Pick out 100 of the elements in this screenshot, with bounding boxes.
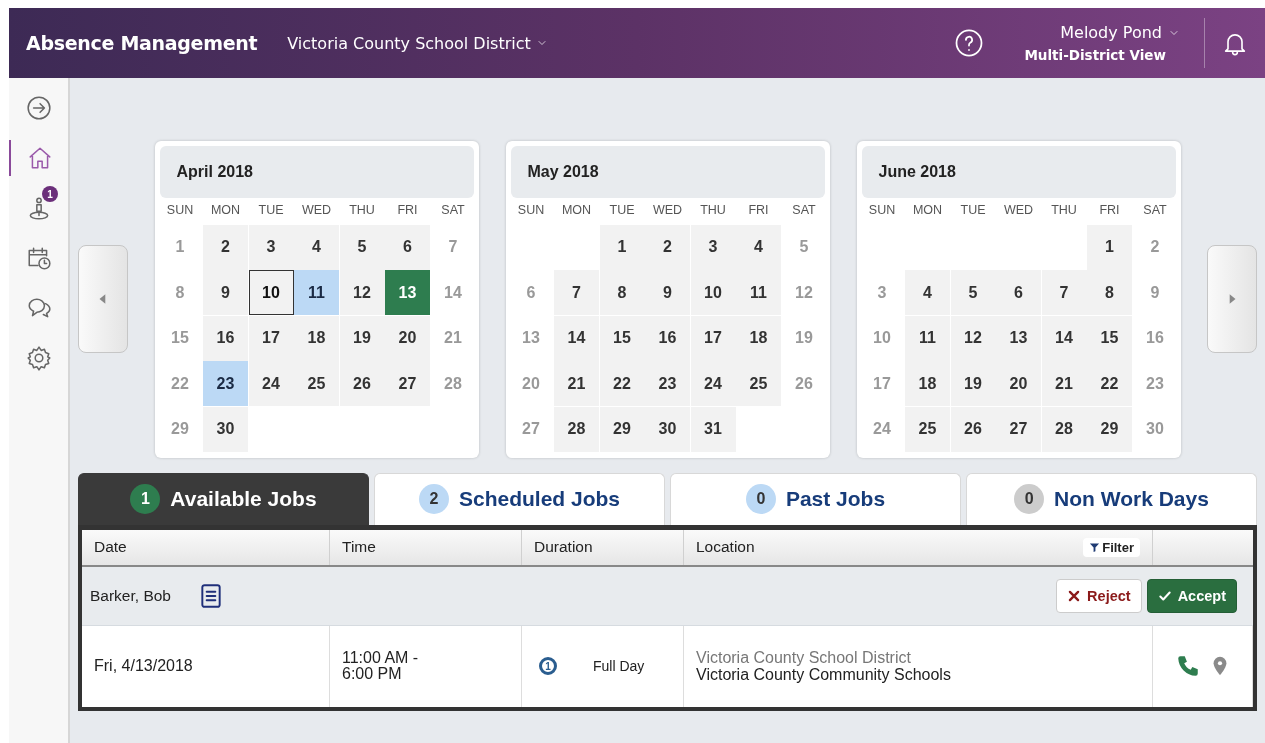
calendar-day[interactable]: 4 — [294, 224, 339, 270]
calendar-day[interactable]: 17 — [690, 315, 736, 361]
table-cell: 11:00 AM - 6:00 PM — [342, 650, 419, 682]
calendar-day[interactable]: 25 — [736, 361, 781, 406]
user-menu[interactable]: Melody Pond — [1060, 23, 1180, 42]
calendar-day[interactable]: 24 — [690, 361, 736, 406]
month-title: May 2018 — [527, 163, 599, 181]
calendar-day[interactable]: 27 — [385, 361, 430, 406]
calendar-day[interactable]: 10 — [690, 270, 736, 315]
settings-icon[interactable] — [25, 345, 52, 371]
calendar-day[interactable]: 30 — [645, 406, 690, 452]
table-cell: Fri, 4/13/2018 — [94, 657, 193, 675]
calendar-day[interactable]: 6 — [385, 224, 430, 270]
calendar-day[interactable]: 19 — [339, 315, 385, 361]
calendar-day[interactable]: 17 — [248, 315, 294, 361]
calendar-day[interactable]: 28 — [554, 406, 599, 452]
employee-name: Barker, Bob — [90, 586, 171, 605]
arrow-circle-icon[interactable] — [25, 95, 52, 121]
calendar-day[interactable]: 15 — [599, 315, 645, 361]
calendar-day[interactable]: 25 — [905, 406, 950, 452]
calendar-day[interactable]: 19 — [950, 361, 996, 406]
calendar-day[interactable]: 2 — [203, 224, 248, 270]
calendar-day[interactable]: 11 — [736, 270, 781, 315]
calendar-day[interactable]: 18 — [294, 315, 339, 361]
calendar-day[interactable]: 1 — [599, 224, 645, 270]
calendar-day[interactable]: 2 — [645, 224, 690, 270]
calendar-day[interactable]: 26 — [339, 361, 385, 406]
calendar-day[interactable]: 27 — [996, 406, 1041, 452]
calendar-day[interactable]: 30 — [203, 406, 248, 452]
accept-button[interactable]: Accept — [1146, 578, 1237, 613]
app-title: Absence Management — [26, 32, 258, 54]
calendar-day[interactable]: 5 — [339, 224, 385, 270]
calendar-day[interactable]: 26 — [950, 406, 996, 452]
calendar-day[interactable]: 18 — [736, 315, 781, 361]
calendar-day[interactable]: 22 — [1087, 361, 1132, 406]
calendar-day[interactable]: 21 — [1041, 361, 1087, 406]
weekday-label: MON — [560, 203, 593, 219]
count-icon: 1 — [539, 657, 557, 675]
calendar-day[interactable]: 9 — [645, 270, 690, 315]
calendar-day[interactable]: 21 — [554, 361, 599, 406]
calendar-day[interactable]: 18 — [905, 361, 950, 406]
weekday-label: FRI — [1098, 203, 1121, 219]
calendar-day[interactable]: 12 — [950, 315, 996, 361]
calendar-day[interactable]: 9 — [203, 270, 248, 315]
calendar-day[interactable]: 3 — [690, 224, 736, 270]
calendar-day[interactable]: 28 — [1041, 406, 1087, 452]
weekday-label: SUN — [867, 203, 897, 219]
calendar-day[interactable]: 22 — [599, 361, 645, 406]
weekday-label: SAT — [791, 203, 817, 219]
calendar-day[interactable]: 16 — [645, 315, 690, 361]
calendar-clock-icon[interactable] — [25, 245, 52, 271]
calendar-day[interactable]: 16 — [203, 315, 248, 361]
calendar-day[interactable]: 4 — [736, 224, 781, 270]
calendar-day[interactable]: 7 — [554, 270, 599, 315]
calendar-day[interactable]: 6 — [996, 270, 1041, 315]
weekday-label: SUN — [165, 203, 195, 219]
notes-icon[interactable] — [198, 582, 224, 609]
tab[interactable]: 0 Past Jobs — [670, 472, 961, 525]
calendar-day[interactable]: 24 — [248, 361, 294, 406]
calendar-day[interactable]: 1 — [1087, 224, 1132, 270]
calendar-day[interactable]: 14 — [554, 315, 599, 361]
column-header: Time — [342, 538, 376, 556]
calendar-day[interactable]: 23 — [203, 361, 248, 406]
tab[interactable]: 1 Available Jobs — [78, 472, 369, 525]
filter-button[interactable]: Filter — [1083, 537, 1140, 557]
calendar-day[interactable]: 3 — [248, 224, 294, 270]
check-icon — [1157, 588, 1172, 603]
calendar-day[interactable]: 20 — [385, 315, 430, 361]
calendar-day[interactable]: 13 — [385, 270, 430, 315]
weekday-label: MON — [209, 203, 242, 219]
district-dropdown[interactable]: Victoria County School District — [287, 33, 548, 53]
calendar-day[interactable]: 13 — [996, 315, 1041, 361]
column-header: Location — [696, 538, 755, 556]
calendar-day[interactable]: 14 — [1041, 315, 1087, 361]
reject-button[interactable]: Reject — [1056, 578, 1142, 613]
calendar-day[interactable]: 10 — [248, 270, 294, 315]
calendar-day[interactable]: 29 — [599, 406, 645, 452]
calendar-day[interactable]: 8 — [1087, 270, 1132, 315]
tab[interactable]: 0 Non Work Days — [966, 472, 1257, 525]
tab[interactable]: 2 Scheduled Jobs — [374, 472, 665, 525]
calendar-day[interactable]: 8 — [599, 270, 645, 315]
weekday-label: FRI — [396, 203, 419, 219]
calendar-day[interactable]: 20 — [996, 361, 1041, 406]
calendar-day[interactable]: 25 — [294, 361, 339, 406]
view-label: Multi-District View — [1024, 47, 1166, 63]
calendar-day[interactable]: 12 — [339, 270, 385, 315]
calendar-day[interactable]: 11 — [294, 270, 339, 315]
calendar-day[interactable]: 7 — [1041, 270, 1087, 315]
calendar-day[interactable]: 5 — [950, 270, 996, 315]
calendar-day[interactable]: 23 — [645, 361, 690, 406]
weekday-label: WED — [300, 203, 333, 219]
district-name: Victoria County School District — [696, 649, 911, 666]
help-icon[interactable] — [954, 28, 985, 58]
calendar-day[interactable]: 31 — [690, 406, 736, 452]
weekday-label: THU — [1050, 203, 1078, 219]
calendar-day[interactable]: 29 — [1087, 406, 1132, 452]
weekday-label: FRI — [747, 203, 770, 219]
calendar-day[interactable]: 4 — [905, 270, 950, 315]
calendar-day[interactable]: 11 — [905, 315, 950, 361]
calendar-day[interactable]: 15 — [1087, 315, 1132, 361]
